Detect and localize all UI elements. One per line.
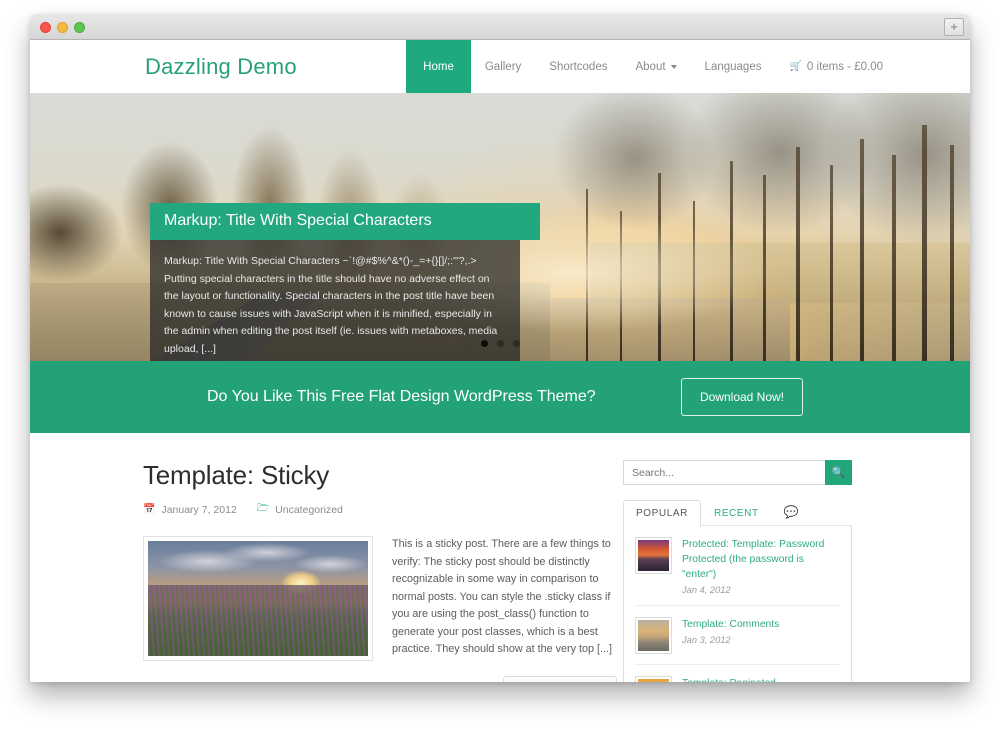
post-body: This is a sticky post. There are a few t…	[143, 536, 617, 682]
slider-dot-3[interactable]	[512, 340, 520, 347]
browser-titlebar: +	[30, 14, 970, 40]
hero-caption-title[interactable]: Markup: Title With Special Characters	[150, 203, 540, 240]
folder-icon: 🗁	[256, 503, 270, 514]
post-title[interactable]: Template: Sticky	[143, 460, 605, 491]
tabbed-posts-widget: POPULAR RECENT 💬 Protected: Template: Pa…	[623, 498, 852, 682]
nav-label-languages: Languages	[704, 60, 762, 73]
continue-reading-button[interactable]: Continue reading ❯	[503, 675, 617, 682]
calendar-icon: 📅	[143, 504, 156, 515]
main-column: Template: Sticky 📅 January 7, 2012 🗁 Unc…	[30, 460, 617, 682]
new-tab-button[interactable]: +	[944, 18, 964, 36]
nav-item-gallery[interactable]: Gallery	[471, 40, 535, 93]
chevron-down-icon	[670, 64, 677, 69]
content-area: Template: Sticky 📅 January 7, 2012 🗁 Unc…	[30, 433, 970, 682]
list-item[interactable]: Template: Comments Jan 3, 2012	[635, 606, 840, 665]
site-header: Dazzling Demo Home Gallery Shortcodes Ab…	[30, 40, 970, 93]
comments-icon[interactable]: 💬	[772, 500, 809, 525]
nav-item-home[interactable]: Home	[406, 40, 471, 93]
cart-icon: 🛒	[789, 61, 802, 72]
search-input[interactable]	[623, 460, 825, 485]
list-item[interactable]: Template: Paginated Jan 8, 2012	[635, 665, 840, 682]
list-item-title[interactable]: Template: Comments	[682, 617, 840, 632]
cta-banner: Do You Like This Free Flat Design WordPr…	[30, 361, 970, 433]
cart-widget[interactable]: 🛒 0 items - £0.00	[775, 40, 897, 93]
list-item-thumbnail	[635, 537, 672, 574]
list-item-thumbnail	[635, 617, 672, 654]
list-item-date: Jan 4, 2012	[682, 585, 731, 595]
nav-item-about[interactable]: About	[621, 40, 690, 93]
list-item[interactable]: Protected: Template: Password Protected …	[635, 526, 840, 606]
tab-popular[interactable]: POPULAR	[623, 500, 701, 526]
list-item-title[interactable]: Protected: Template: Password Protected …	[682, 537, 840, 582]
post-meta: 📅 January 7, 2012 🗁 Uncategorized	[143, 501, 605, 518]
list-item-thumbnail	[635, 676, 672, 682]
tab-recent[interactable]: RECENT	[701, 500, 772, 526]
close-window-button[interactable]	[40, 22, 51, 33]
sidebar: 🔍 POPULAR RECENT 💬	[623, 460, 873, 682]
nav-label-about: About	[635, 60, 666, 73]
search-widget: 🔍	[623, 460, 852, 485]
hero-caption: Markup: Title With Special Characters Ma…	[150, 203, 540, 361]
minimize-window-button[interactable]	[57, 22, 68, 33]
cta-headline: Do You Like This Free Flat Design WordPr…	[207, 388, 596, 405]
download-now-button[interactable]: Download Now!	[681, 378, 803, 416]
search-button[interactable]: 🔍	[825, 460, 852, 485]
post-date: January 7, 2012	[161, 503, 237, 516]
tab-panel-popular: Protected: Template: Password Protected …	[623, 526, 852, 682]
main-navigation: Home Gallery Shortcodes About Languages …	[406, 40, 897, 93]
nav-label-home: Home	[423, 60, 454, 73]
post-category[interactable]: Uncategorized	[275, 504, 343, 516]
slider-dot-2[interactable]	[496, 340, 504, 347]
zoom-window-button[interactable]	[74, 22, 85, 33]
thumbnail-lavender-field	[148, 584, 368, 656]
slider-pagination	[30, 340, 970, 347]
cart-label: 0 items - £0.00	[806, 60, 883, 73]
nav-item-languages[interactable]: Languages	[691, 40, 776, 93]
search-icon: 🔍	[831, 467, 846, 479]
site-title[interactable]: Dazzling Demo	[145, 54, 297, 80]
window-controls	[40, 22, 85, 33]
list-item-date: Jan 3, 2012	[682, 635, 731, 645]
nav-item-shortcodes[interactable]: Shortcodes	[535, 40, 621, 93]
page-viewport: Dazzling Demo Home Gallery Shortcodes Ab…	[30, 40, 970, 682]
tab-strip: POPULAR RECENT 💬	[623, 498, 852, 526]
browser-window: + Dazzling Demo Home Gallery Shortcodes …	[30, 14, 970, 682]
nav-label-gallery: Gallery	[484, 60, 522, 73]
list-item-title[interactable]: Template: Paginated	[682, 676, 840, 682]
post-thumbnail[interactable]	[143, 536, 373, 661]
nav-label-shortcodes: Shortcodes	[549, 60, 608, 73]
slider-dot-1[interactable]	[480, 340, 488, 347]
hero-slider[interactable]: Markup: Title With Special Characters Ma…	[30, 93, 970, 361]
post-excerpt: This is a sticky post. There are a few t…	[392, 538, 613, 655]
